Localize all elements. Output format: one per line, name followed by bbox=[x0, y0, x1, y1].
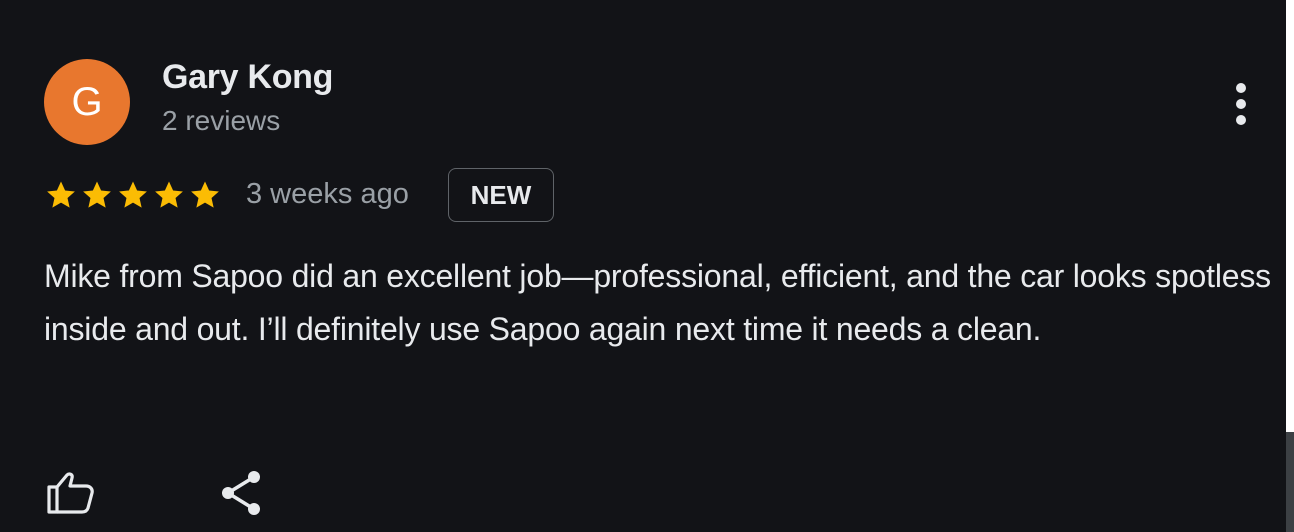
more-vert-icon bbox=[1236, 83, 1246, 93]
star-icon bbox=[155, 181, 183, 208]
new-badge: NEW bbox=[448, 168, 554, 222]
more-vert-icon-dot bbox=[1236, 99, 1246, 109]
author-review-count: 2 reviews bbox=[162, 105, 281, 136]
share-icon bbox=[222, 471, 260, 515]
scrollbar-thumb[interactable] bbox=[1286, 432, 1294, 532]
more-vert-icon-dot bbox=[1236, 115, 1246, 125]
share-button[interactable] bbox=[210, 464, 270, 524]
review-time: 3 weeks ago bbox=[246, 178, 409, 210]
star-icon bbox=[83, 181, 111, 208]
avatar[interactable]: G bbox=[44, 59, 130, 145]
avatar-letter: G bbox=[71, 79, 103, 124]
star-rating bbox=[44, 178, 222, 212]
review-text: Mike from Sapoo did an excellent job—pro… bbox=[44, 258, 1271, 347]
star-icon bbox=[191, 181, 219, 208]
star-icon bbox=[119, 181, 147, 208]
like-button[interactable] bbox=[40, 464, 100, 524]
star-icon bbox=[47, 181, 75, 208]
author-name[interactable]: Gary Kong bbox=[162, 58, 333, 97]
thumb-up-icon bbox=[47, 472, 94, 514]
more-options-button[interactable] bbox=[1222, 78, 1260, 130]
review-card: G Gary Kong 2 reviews 3 weeks ago NEW Mi… bbox=[0, 0, 1286, 532]
